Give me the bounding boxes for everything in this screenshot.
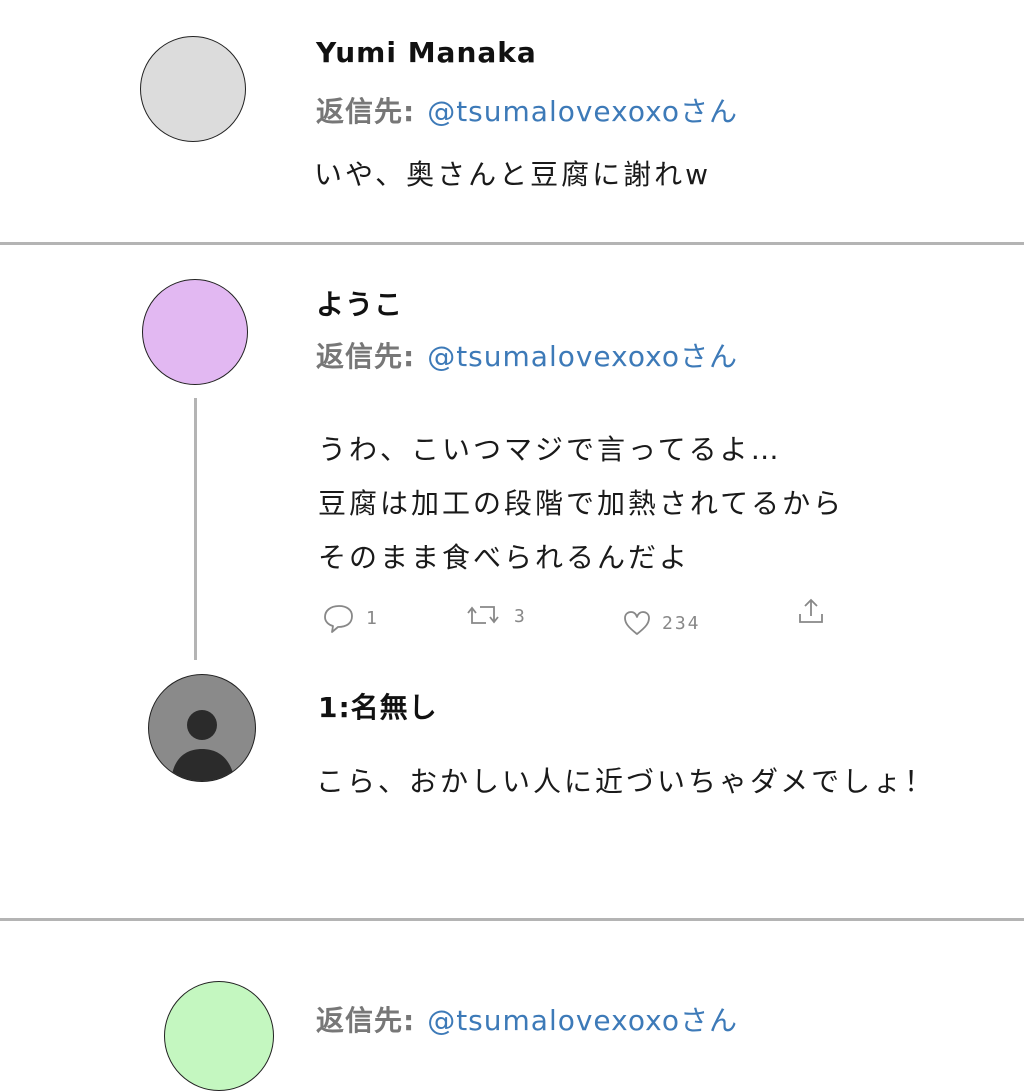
reply-icon (322, 601, 356, 635)
reply-to-line: 返信先: @tsumalovexoxoさん (316, 90, 738, 130)
post-yumi-manaka[interactable]: Yumi Manaka 返信先: @tsumalovexoxoさん いや、奥さんと… (0, 0, 1024, 243)
share-icon (796, 597, 826, 627)
author-name[interactable]: ようこ (316, 283, 403, 323)
author-name[interactable]: Yumi Manaka (316, 36, 537, 69)
avatar[interactable] (142, 279, 248, 385)
retweet-button[interactable]: 3 (466, 601, 527, 631)
author-name[interactable]: 1:名無し (318, 686, 438, 726)
avatar[interactable] (140, 36, 246, 142)
reply-to-label: 返信先: (316, 1004, 416, 1037)
post-text: こら、おかしい人に近づいちゃダメでしょ！ (316, 765, 936, 798)
avatar[interactable] (164, 981, 274, 1091)
share-button[interactable] (796, 597, 826, 627)
reply-button[interactable]: 1 (322, 601, 379, 635)
reply-to-label: 返信先: (316, 340, 416, 373)
post-youko[interactable]: ようこ 返信先: @tsumalovexoxoさん うわ、こいつマジで言ってるよ…… (0, 245, 1024, 665)
post-text: うわ、こいつマジで言ってるよ… 豆腐は加工の段階で加熱されてるから そのまま食べ… (318, 423, 844, 585)
reply-count: 1 (366, 607, 379, 629)
reply-to-line: 返信先: @tsumalovexoxoさん (316, 999, 738, 1039)
post-text: いや、奥さんと豆腐に謝れw (314, 158, 712, 191)
reply-to-handle[interactable]: @tsumalovexoxoさん (427, 1004, 738, 1037)
post-nanashi[interactable]: 1:名無し こら、おかしい人に近づいちゃダメでしょ！ (0, 670, 1024, 918)
reply-to-line: 返信先: @tsumalovexoxoさん (316, 335, 738, 375)
post-text-line: そのまま食べられるんだよ (318, 541, 691, 574)
reply-to-handle[interactable]: @tsumalovexoxoさん (427, 95, 738, 128)
reply-to-handle[interactable]: @tsumalovexoxoさん (427, 340, 738, 373)
like-count: 234 (662, 612, 701, 634)
like-button[interactable]: 234 (622, 609, 701, 637)
thread-connector (194, 398, 197, 660)
avatar[interactable] (148, 674, 256, 782)
reply-to-label: 返信先: (316, 95, 416, 128)
retweet-count: 3 (514, 605, 527, 627)
post-text-line: うわ、こいつマジで言ってるよ… (318, 433, 782, 466)
retweet-icon (466, 601, 504, 631)
post-next[interactable]: 返信先: @tsumalovexoxoさん (0, 921, 1024, 1091)
post-text-line: 豆腐は加工の段階で加熱されてるから (318, 487, 845, 520)
like-icon (622, 609, 652, 637)
